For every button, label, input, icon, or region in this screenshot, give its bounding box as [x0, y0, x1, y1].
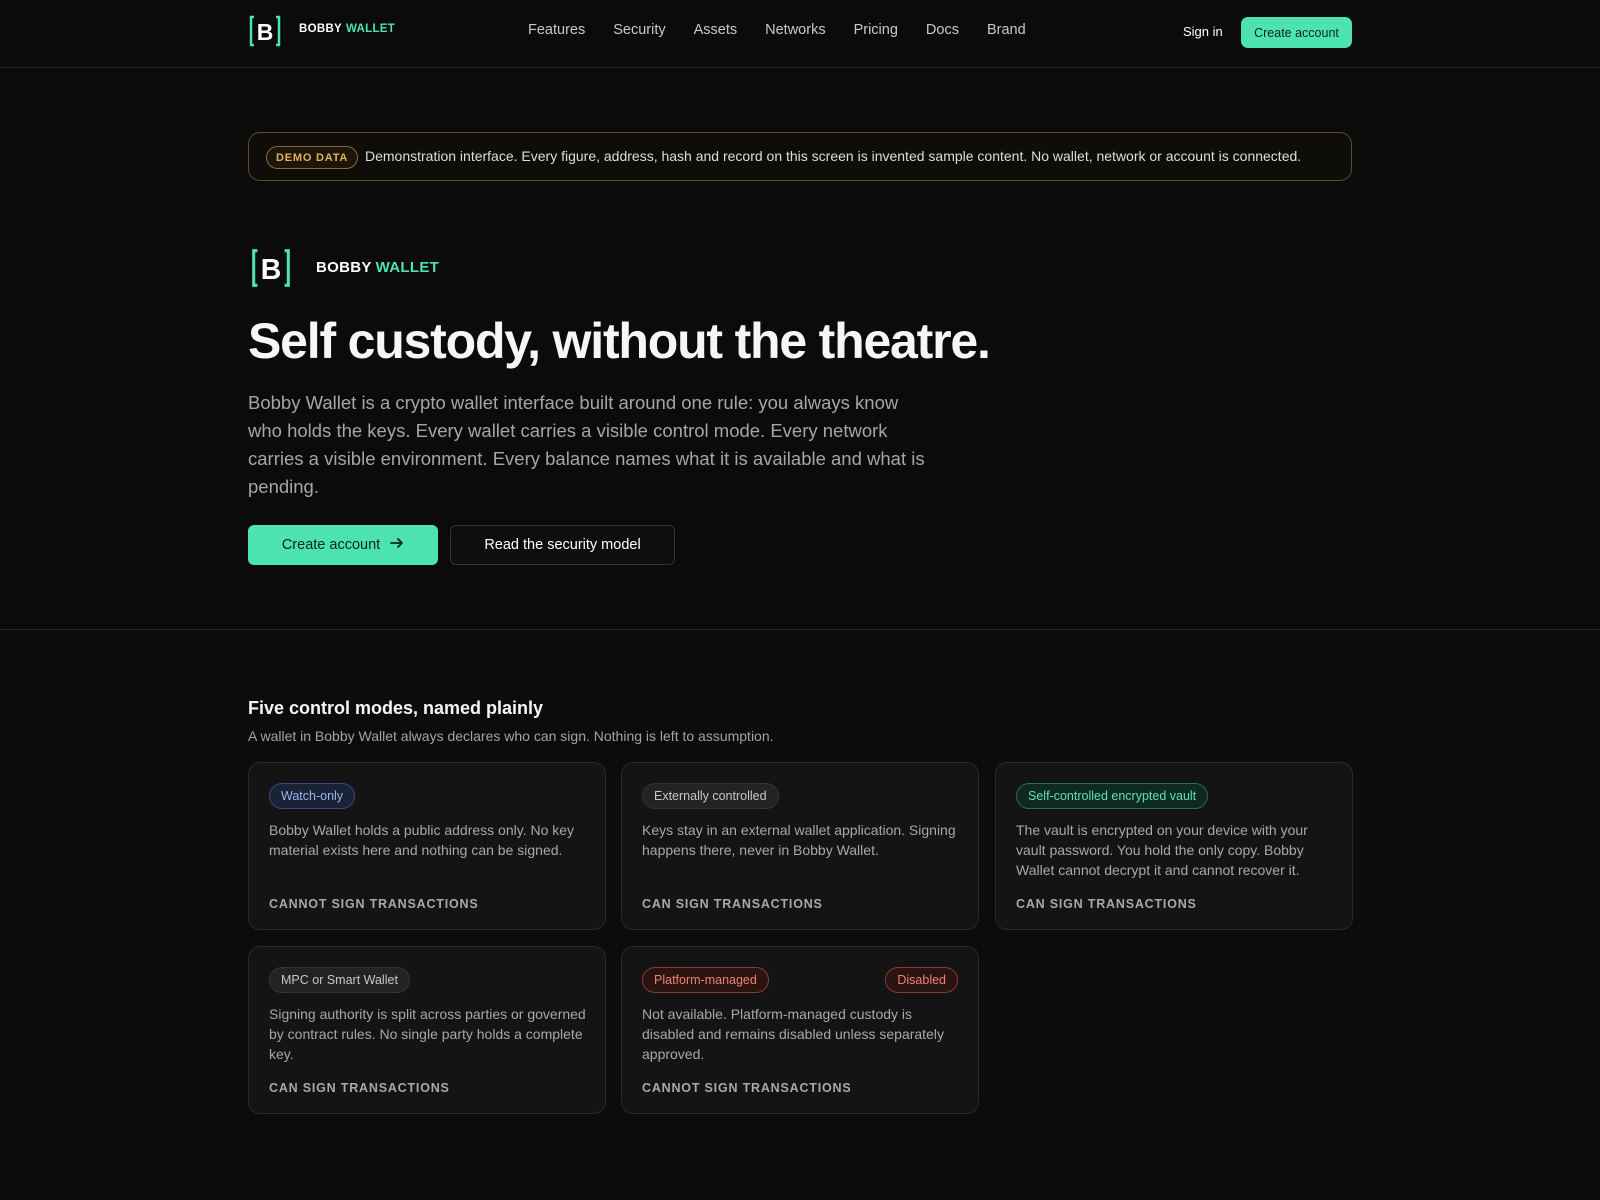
- mode-description: Keys stay in an external wallet applicat…: [642, 822, 956, 858]
- mode-label-externally-controlled: Externally controlled: [642, 783, 779, 809]
- nav-link-pricing[interactable]: Pricing: [854, 22, 898, 38]
- nav-link-brand[interactable]: Brand: [987, 22, 1026, 38]
- hero-create-account-button[interactable]: Create account: [248, 525, 438, 565]
- brand-word-bobby: BOBBY: [299, 23, 343, 35]
- mode-card-self-controlled-vault: Self-controlled encrypted vault The vaul…: [995, 762, 1353, 930]
- nav-link-networks[interactable]: Networks: [765, 22, 825, 38]
- demo-data-banner: DEMO DATA Demonstration interface. Every…: [248, 132, 1352, 181]
- hero-brand-word-wallet: WALLET: [375, 259, 440, 276]
- mode-description: Not available. Platform-managed custody …: [642, 1006, 944, 1062]
- nav-brand-wordmark[interactable]: BOBBY WALLET: [299, 23, 395, 35]
- hero-logo-icon: B: [250, 247, 292, 289]
- mode-card-watch-only: Watch-only Bobby Wallet holds a public a…: [248, 762, 606, 930]
- hero-brand-wordmark: BOBBY WALLET: [316, 259, 439, 276]
- top-navigation: B BOBBY WALLET Features Security Assets N…: [0, 0, 1600, 68]
- mode-description: The vault is encrypted on your device wi…: [1016, 822, 1308, 878]
- mode-signing-capability: CAN SIGN TRANSACTIONS: [269, 1081, 450, 1095]
- demo-data-text: Demonstration interface. Every figure, a…: [365, 148, 1302, 164]
- svg-text:B: B: [257, 19, 274, 45]
- mode-signing-capability: CANNOT SIGN TRANSACTIONS: [269, 897, 479, 911]
- nav-link-features[interactable]: Features: [528, 22, 585, 38]
- mode-card-externally-controlled: Externally controlled Keys stay in an ex…: [621, 762, 979, 930]
- hero-brand-word-bobby: BOBBY: [316, 259, 372, 276]
- mode-label-watch-only: Watch-only: [269, 783, 356, 809]
- control-modes-subtitle: A wallet in Bobby Wallet always declares…: [248, 728, 774, 744]
- mode-card-platform-managed: Platform-managed Disabled Not available.…: [621, 946, 979, 1114]
- nav-links: Features Security Assets Networks Pricin…: [528, 22, 1054, 38]
- arrow-right-icon: [390, 536, 404, 554]
- hero-description: Bobby Wallet is a crypto wallet interfac…: [248, 392, 925, 497]
- mode-label-self-controlled-vault: Self-controlled encrypted vault: [1016, 783, 1209, 809]
- mode-description: Bobby Wallet holds a public address only…: [269, 822, 575, 858]
- bobby-wallet-logo-icon[interactable]: B: [248, 14, 282, 48]
- mode-card-mpc-smart-wallet: MPC or Smart Wallet Signing authority is…: [248, 946, 606, 1114]
- hero-create-account-label: Create account: [281, 537, 381, 553]
- control-modes-title: Five control modes, named plainly: [248, 698, 544, 718]
- read-security-model-button[interactable]: Read the security model: [450, 525, 675, 565]
- hero-title: Self custody, without the theatre.: [248, 313, 991, 369]
- demo-data-badge: DEMO DATA: [266, 146, 359, 169]
- nav-link-security[interactable]: Security: [613, 22, 665, 38]
- nav-create-account-button[interactable]: Create account: [1241, 17, 1352, 48]
- mode-label-mpc-smart-wallet: MPC or Smart Wallet: [269, 967, 410, 993]
- mode-signing-capability: CANNOT SIGN TRANSACTIONS: [642, 1081, 852, 1095]
- nav-link-docs[interactable]: Docs: [926, 22, 959, 38]
- nav-link-assets[interactable]: Assets: [694, 22, 738, 38]
- mode-label-platform-managed: Platform-managed: [642, 967, 769, 993]
- svg-text:B: B: [261, 254, 282, 286]
- mode-signing-capability: CAN SIGN TRANSACTIONS: [642, 897, 823, 911]
- brand-word-wallet: WALLET: [346, 23, 396, 35]
- sign-in-link[interactable]: Sign in: [1183, 24, 1223, 39]
- mode-description: Signing authority is split across partie…: [269, 1006, 586, 1062]
- status-badge-disabled: Disabled: [885, 967, 958, 993]
- mode-signing-capability: CAN SIGN TRANSACTIONS: [1016, 897, 1197, 911]
